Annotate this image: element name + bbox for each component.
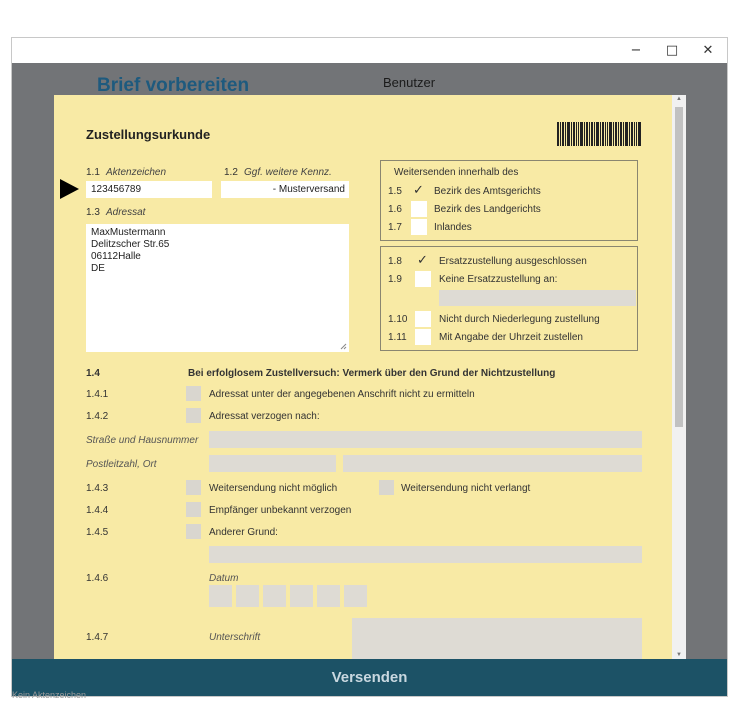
street-input[interactable] [209, 431, 642, 448]
checkbox-1-8[interactable]: ✓ [415, 253, 431, 269]
date-digit-box[interactable] [290, 585, 313, 607]
checkbox-1-4-3[interactable] [186, 480, 201, 495]
checkbox-1-4-5[interactable] [186, 524, 201, 539]
postal-code-input[interactable] [209, 455, 336, 472]
field-number-1-4-7: 1.4.7 [86, 632, 109, 643]
footer-status: Kein Aktenzeichen [12, 690, 87, 700]
addressee-textarea[interactable]: MaxMustermann Delitzscher Str.65 06112Ha… [86, 224, 349, 352]
field-number-1-4-1: 1.4.1 [86, 389, 109, 400]
minimize-button[interactable]: − [618, 38, 654, 63]
field-number-1-1: 1.1 [86, 167, 100, 178]
field-number-1-7: 1.7 [388, 222, 402, 233]
field-number-1-8: 1.8 [388, 256, 402, 267]
checkbox-1-4-1[interactable] [186, 386, 201, 401]
signature-label: Unterschrift [209, 632, 261, 643]
scroll-up-icon[interactable]: ▲ [672, 96, 686, 102]
app-title: Brief vorbereiten [97, 75, 250, 96]
label-1-8: Ersatzzustellung ausgeschlossen [439, 256, 587, 267]
reference-input[interactable]: 123456789 [86, 181, 212, 198]
form-heading: Zustellungsurkunde [86, 127, 211, 142]
postal-city-label: Postleitzahl, Ort [86, 459, 157, 470]
other-reason-input[interactable] [209, 546, 642, 563]
resize-handle-icon[interactable] [340, 343, 347, 350]
delivery-form: Zustellungsurkunde 1.1 Aktenzeichen 1.2 … [54, 95, 672, 659]
checkbox-1-4-4[interactable] [186, 502, 201, 517]
field-number-1-6: 1.6 [388, 204, 402, 215]
label-1-11: Mit Angabe der Uhrzeit zustellen [439, 332, 583, 343]
application-window: − □ ✕ Brief vorbereiten Benutzer Zustell… [11, 37, 728, 697]
date-label: Datum [209, 573, 239, 584]
date-digit-box[interactable] [317, 585, 340, 607]
addressee-label: Adressat [106, 207, 146, 218]
field-number-1-5: 1.5 [388, 186, 402, 197]
label-1-4-2: Adressat verzogen nach: [209, 411, 320, 422]
checkbox-1-5[interactable]: ✓ [411, 183, 427, 199]
label-not-requested: Weitersendung nicht verlangt [401, 483, 531, 494]
forward-group: Weitersenden innerhalb des 1.5 ✓ Bezirk … [380, 160, 638, 241]
city-input[interactable] [343, 455, 642, 472]
field-number-1-11: 1.11 [388, 332, 407, 343]
app-content: Brief vorbereiten Benutzer Zustellungsur… [12, 63, 727, 696]
label-1-6: Bezirk des Landgerichts [434, 204, 541, 215]
field-number-1-4-2: 1.4.2 [86, 411, 109, 422]
send-button[interactable]: Versenden [12, 659, 727, 696]
date-digit-box[interactable] [344, 585, 367, 607]
field-number-1-4-5: 1.4.5 [86, 527, 109, 538]
label-1-4-3: Weitersendung nicht möglich [209, 483, 338, 494]
no-substitute-recipient-input[interactable] [439, 290, 636, 306]
field-number-1-9: 1.9 [388, 274, 402, 285]
date-digit-box[interactable] [263, 585, 286, 607]
field-number-1-4-3: 1.4.3 [86, 483, 109, 494]
label-1-10: Nicht durch Niederlegung zustellung [439, 314, 600, 325]
label-1-4-5: Anderer Grund: [209, 527, 278, 538]
scroll-down-icon[interactable]: ▼ [672, 652, 686, 658]
field-number-1-4-6: 1.4.6 [86, 573, 109, 584]
further-ref-label: Ggf. weitere Kennz. [244, 167, 332, 178]
label-1-9: Keine Ersatzzustellung an: [439, 274, 558, 285]
barcode-icon [557, 122, 641, 146]
section-title-1-4: Bei erfolglosem Zustellversuch: Vermerk … [188, 368, 556, 379]
section-number-1-4: 1.4 [86, 368, 100, 379]
checkbox-1-11[interactable] [415, 329, 431, 345]
field-number-1-3: 1.3 [86, 207, 100, 218]
checkbox-1-7[interactable] [411, 219, 427, 235]
label-1-4-1: Adressat unter der angegebenen Anschrift… [209, 389, 475, 400]
label-1-5: Bezirk des Amtsgerichts [434, 186, 541, 197]
street-label: Straße und Hausnummer [86, 435, 199, 446]
substitute-delivery-group: 1.8 ✓ Ersatzzustellung ausgeschlossen 1.… [380, 246, 638, 351]
pointer-arrow-icon [60, 179, 79, 199]
signature-field[interactable] [352, 618, 642, 659]
reference-label: Aktenzeichen [106, 167, 167, 178]
checkbox-1-9[interactable] [415, 271, 431, 287]
checkbox-1-6[interactable] [411, 201, 427, 217]
title-bar: − □ ✕ [12, 38, 727, 63]
form-scrollbar[interactable]: ▲ ▼ [672, 95, 686, 659]
forward-group-title: Weitersenden innerhalb des [394, 167, 519, 178]
checkbox-not-requested[interactable] [379, 480, 394, 495]
checkbox-1-10[interactable] [415, 311, 431, 327]
label-1-7: Inlandes [434, 222, 472, 233]
date-digit-box[interactable] [236, 585, 259, 607]
label-1-4-4: Empfänger unbekannt verzogen [209, 505, 352, 516]
field-number-1-10: 1.10 [388, 314, 408, 325]
field-number-1-4-4: 1.4.4 [86, 505, 109, 516]
date-digit-box[interactable] [209, 585, 232, 607]
field-number-1-2: 1.2 [224, 167, 238, 178]
scroll-thumb[interactable] [675, 107, 683, 427]
user-label: Benutzer [383, 75, 436, 90]
close-button[interactable]: ✕ [690, 38, 726, 63]
maximize-button[interactable]: □ [654, 38, 690, 63]
checkbox-1-4-2[interactable] [186, 408, 201, 423]
further-ref-input[interactable]: - Musterversand [221, 181, 349, 198]
